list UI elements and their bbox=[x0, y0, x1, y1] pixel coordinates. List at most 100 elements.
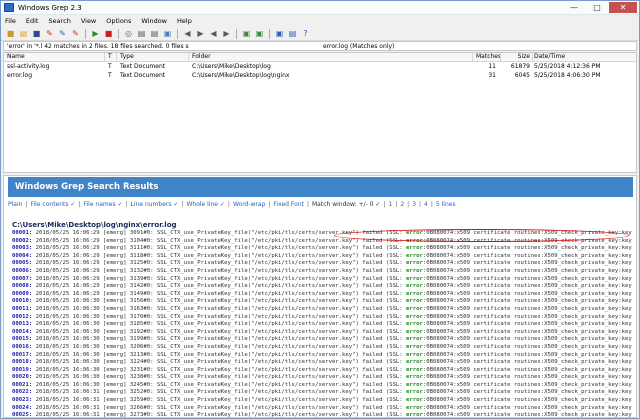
line-number[interactable]: 00021: bbox=[12, 382, 32, 388]
window-controls: — □ ✕ bbox=[563, 2, 637, 13]
line-number[interactable]: 00023: bbox=[12, 397, 32, 403]
line-number[interactable]: 00009: bbox=[12, 291, 32, 297]
line-number[interactable]: 00015: bbox=[12, 336, 32, 342]
minimize-icon[interactable]: — bbox=[563, 2, 585, 13]
line-number[interactable]: 00017: bbox=[12, 352, 32, 358]
line-number[interactable]: 00003: bbox=[12, 245, 32, 251]
print-icon[interactable]: ▤ bbox=[136, 28, 147, 39]
column-divider[interactable] bbox=[116, 53, 117, 62]
option-separator: | bbox=[306, 201, 309, 208]
menu-file[interactable]: File bbox=[5, 17, 16, 25]
line-number[interactable]: 00024: bbox=[12, 405, 32, 411]
col-date-header[interactable]: Date/Time bbox=[534, 53, 565, 60]
line-number[interactable]: 00006: bbox=[12, 268, 32, 274]
menu-window[interactable]: Window bbox=[141, 17, 167, 25]
column-divider[interactable] bbox=[104, 53, 105, 62]
result-option[interactable]: Word-wrap bbox=[233, 201, 265, 211]
col-folder-header[interactable]: Folder bbox=[192, 53, 211, 60]
match-highlight: error bbox=[406, 298, 423, 305]
search-icon[interactable]: ✎ bbox=[44, 28, 55, 39]
menu-search[interactable]: Search bbox=[48, 17, 70, 25]
menu-edit[interactable]: Edit bbox=[26, 17, 39, 25]
first-icon[interactable]: ◀ bbox=[208, 28, 219, 39]
column-divider[interactable] bbox=[472, 53, 473, 62]
column-divider[interactable] bbox=[500, 53, 501, 62]
result-option[interactable]: Fixed Font bbox=[273, 201, 304, 211]
forward-icon[interactable]: ▶ bbox=[195, 28, 206, 39]
col-t-header[interactable]: T bbox=[108, 53, 112, 60]
line-number[interactable]: 00022: bbox=[12, 389, 32, 395]
copy-icon[interactable]: ▣ bbox=[162, 28, 173, 39]
line-text: 2018/05/25 16:06:29 [emerg] 3142#0: SSL_… bbox=[32, 283, 407, 290]
open-icon[interactable]: ▤ bbox=[18, 28, 29, 39]
result-option[interactable]: 5 lines bbox=[436, 201, 456, 211]
match-highlight: error bbox=[406, 328, 423, 335]
col-name-header[interactable]: Name bbox=[7, 53, 25, 60]
line-number[interactable]: 00005: bbox=[12, 260, 32, 266]
line-number[interactable]: 00001: bbox=[12, 230, 32, 236]
go-icon[interactable]: ▶ bbox=[90, 28, 101, 39]
line-number[interactable]: 00013: bbox=[12, 321, 32, 327]
line-number[interactable]: 00012: bbox=[12, 314, 32, 320]
col-type-header[interactable]: Type bbox=[120, 53, 134, 60]
list-icon[interactable]: ▤ bbox=[287, 28, 298, 39]
close-icon[interactable]: ✕ bbox=[609, 2, 637, 13]
result-line: 00003: 2018/05/25 16:06:29 [emerg] 3111#… bbox=[12, 245, 634, 253]
match-highlight: error bbox=[406, 283, 423, 290]
result-option[interactable]: File contents ✓ bbox=[30, 201, 75, 211]
file-name: ssl-activity.log bbox=[7, 63, 50, 70]
col-matches-header[interactable]: Matches bbox=[476, 53, 501, 60]
help-icon[interactable]: ? bbox=[300, 28, 311, 39]
toolbar-separator bbox=[118, 28, 119, 39]
title-bar[interactable]: Windows Grep 2.3 — □ ✕ bbox=[1, 1, 639, 15]
line-number[interactable]: 00007: bbox=[12, 276, 32, 282]
line-text: 2018/05/25 16:06:29 [emerg] 3132#0: SSL_… bbox=[32, 267, 407, 274]
option-separator: | bbox=[430, 201, 433, 208]
match-highlight: error bbox=[406, 267, 423, 274]
expand-icon[interactable]: ▣ bbox=[241, 28, 252, 39]
file-row[interactable]: ssl-activity.log T Text Document C:\User… bbox=[4, 63, 636, 72]
file-row[interactable]: error.log T Text Document C:\Users\Mike\… bbox=[4, 72, 636, 81]
back-icon[interactable]: ◀ bbox=[182, 28, 193, 39]
page-setup-icon[interactable]: ▤ bbox=[149, 28, 160, 39]
maximize-icon[interactable]: □ bbox=[586, 2, 608, 13]
result-line: 00021: 2018/05/25 16:06:30 [emerg] 3245#… bbox=[12, 382, 634, 390]
results-options-bar: Plain | File contents ✓ | File names ✓ | Line … bbox=[8, 201, 633, 211]
file-date: 5/25/2018 4:06:30 PM bbox=[534, 72, 601, 79]
line-number[interactable]: 00018: bbox=[12, 359, 32, 365]
result-line: 00007: 2018/05/25 16:06:29 [emerg] 3139#… bbox=[12, 276, 634, 284]
options-icon[interactable]: ▣ bbox=[274, 28, 285, 39]
last-icon[interactable]: ▶ bbox=[221, 28, 232, 39]
zoom-icon[interactable]: ◎ bbox=[123, 28, 134, 39]
line-tail: :0B080074:x509 certificate routines:X509… bbox=[422, 366, 634, 373]
line-number[interactable]: 00010: bbox=[12, 298, 32, 304]
col-size-header[interactable]: Size bbox=[504, 53, 530, 60]
stop-icon[interactable]: ■ bbox=[103, 28, 114, 39]
collapse-icon[interactable]: ▣ bbox=[254, 28, 265, 39]
line-number[interactable]: 00011: bbox=[12, 306, 32, 312]
line-number[interactable]: 00014: bbox=[12, 329, 32, 335]
match-highlight: error bbox=[406, 381, 423, 388]
result-file-path: C:\Users\Mike\Desktop\log\nginx\error.lo… bbox=[12, 221, 177, 229]
toolbar-separator bbox=[236, 28, 237, 39]
line-number[interactable]: 00020: bbox=[12, 374, 32, 380]
line-number[interactable]: 00019: bbox=[12, 367, 32, 373]
save-icon[interactable]: ■ bbox=[31, 28, 42, 39]
menu-options[interactable]: Options bbox=[106, 17, 131, 25]
menu-help[interactable]: Help bbox=[177, 17, 192, 25]
line-number[interactable]: 00002: bbox=[12, 238, 32, 244]
line-number[interactable]: 00004: bbox=[12, 253, 32, 259]
result-option[interactable]: Whole line ✓ bbox=[186, 201, 224, 211]
result-option[interactable]: Plain bbox=[8, 201, 22, 211]
line-number[interactable]: 00025: bbox=[12, 412, 32, 417]
replace-all-icon[interactable]: ✎ bbox=[70, 28, 81, 39]
result-option[interactable]: File names ✓ bbox=[83, 201, 122, 211]
line-number[interactable]: 00008: bbox=[12, 283, 32, 289]
replace-icon[interactable]: ✎ bbox=[57, 28, 68, 39]
column-divider[interactable] bbox=[188, 53, 189, 62]
result-option[interactable]: Line numbers ✓ bbox=[131, 201, 179, 211]
column-divider[interactable] bbox=[532, 53, 533, 62]
new-icon[interactable]: ■ bbox=[5, 28, 16, 39]
line-number[interactable]: 00016: bbox=[12, 344, 32, 350]
menu-view[interactable]: View bbox=[81, 17, 96, 25]
